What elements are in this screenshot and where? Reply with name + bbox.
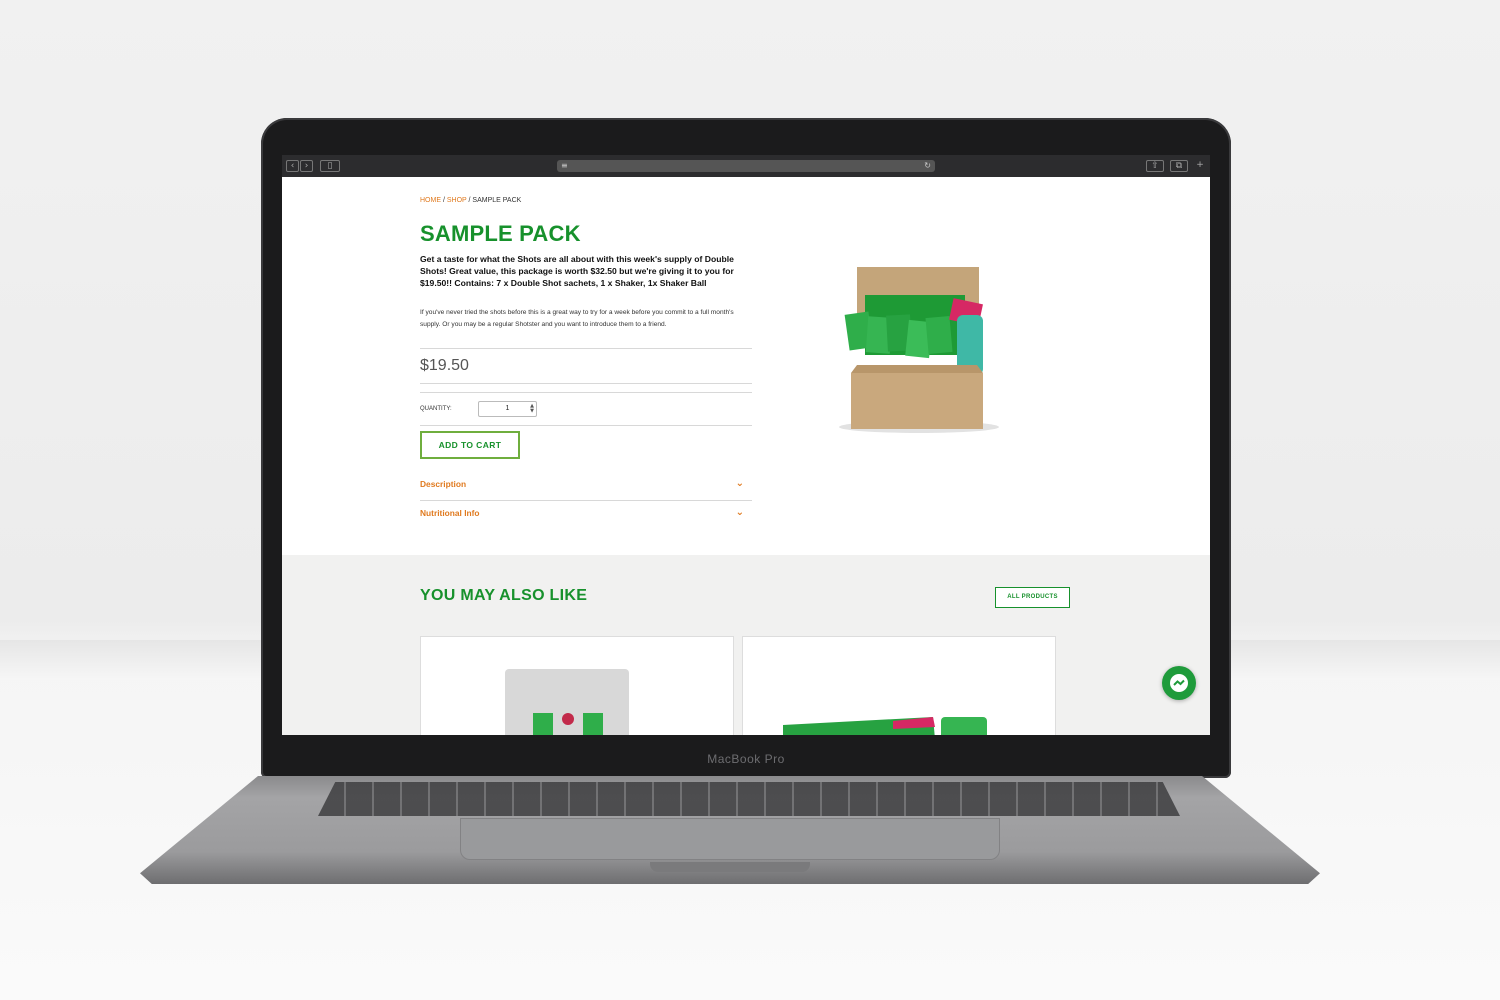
- sidebar-icon[interactable]: ▯: [320, 160, 340, 172]
- page-title: SAMPLE PACK: [420, 221, 581, 246]
- reload-icon[interactable]: ↻: [924, 160, 931, 172]
- product-lead: Get a taste for what the Shots are all a…: [420, 254, 734, 288]
- laptop-model-label: MacBook Pro: [707, 752, 785, 766]
- divider: [420, 425, 752, 426]
- quantity-label: QUANTITY:: [420, 406, 452, 412]
- tabs-icon[interactable]: ⧉: [1170, 160, 1188, 172]
- share-icon[interactable]: ⇧: [1146, 160, 1164, 172]
- breadcrumb-current: SAMPLE PACK: [472, 197, 522, 204]
- browser-toolbar: ‹ › ▯ ≡ ↻ ⇧ ⧉ +: [282, 155, 1210, 177]
- product-card-image: [783, 717, 987, 735]
- divider: [420, 392, 752, 393]
- stepper-arrows-icon[interactable]: ▲ ▼: [530, 404, 534, 414]
- laptop-notch: [650, 862, 810, 872]
- chevron-left-icon[interactable]: ‹: [286, 160, 299, 172]
- divider: [420, 500, 752, 501]
- product-card[interactable]: [742, 636, 1056, 735]
- plus-icon[interactable]: +: [1194, 160, 1206, 172]
- chevron-right-icon[interactable]: ›: [300, 160, 313, 172]
- reader-icon[interactable]: ≡: [561, 160, 568, 172]
- product-card-image: [505, 669, 629, 735]
- chevron-down-icon: ⌄: [735, 507, 744, 518]
- all-products-button[interactable]: ALL PRODUCTS: [995, 587, 1070, 608]
- related-products-section: YOU MAY ALSO LIKE ALL PRODUCTS: [282, 555, 1210, 735]
- accordion-label: Description: [420, 479, 467, 489]
- breadcrumb-home[interactable]: HOME: [420, 197, 441, 204]
- add-to-cart-button[interactable]: ADD TO CART: [420, 431, 520, 459]
- divider: [420, 348, 752, 349]
- laptop-keyboard: [318, 782, 1180, 816]
- messenger-icon: [1170, 674, 1188, 692]
- product-body: If you've never tried the shots before t…: [420, 309, 734, 328]
- breadcrumb-shop[interactable]: SHOP: [447, 197, 467, 204]
- laptop-trackpad: [460, 818, 1000, 860]
- product-price: $19.50: [420, 357, 469, 374]
- laptop-screen: ‹ › ▯ ≡ ↻ ⇧ ⧉ + HOME / SHOP / SAMPLE PAC…: [282, 155, 1210, 735]
- accordion-label: Nutritional Info: [420, 508, 480, 518]
- related-title: YOU MAY ALSO LIKE: [420, 587, 588, 604]
- product-image: [839, 267, 999, 433]
- accordion-description[interactable]: Description ⌄: [420, 477, 752, 499]
- accordion-nutritional-info[interactable]: Nutritional Info ⌄: [420, 506, 752, 528]
- address-bar[interactable]: ≡ ↻: [557, 160, 935, 172]
- quantity-stepper[interactable]: 1 ▲ ▼: [478, 401, 537, 417]
- messenger-button[interactable]: [1162, 666, 1196, 700]
- chevron-down-icon: ⌄: [735, 478, 744, 489]
- product-card[interactable]: [420, 636, 734, 735]
- quantity-value: 1: [505, 405, 510, 412]
- divider: [420, 383, 752, 384]
- breadcrumb: HOME / SHOP / SAMPLE PACK: [420, 197, 521, 204]
